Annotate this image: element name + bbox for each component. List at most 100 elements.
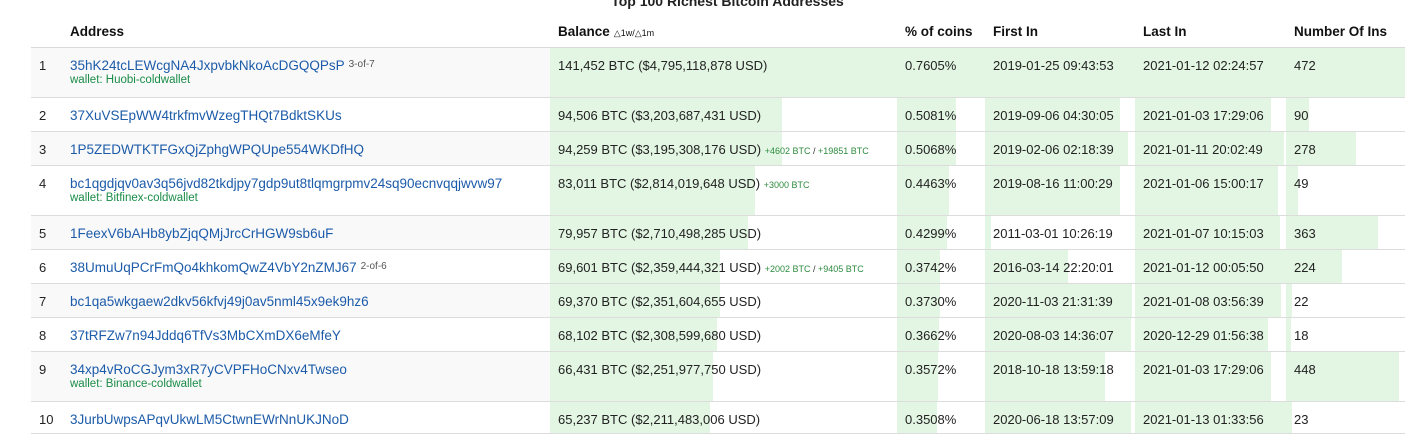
number-of-ins-cell: 278 bbox=[1286, 131, 1405, 166]
last-in-value: 2021-01-03 17:29:06 bbox=[1143, 362, 1264, 377]
rank-number: 8 bbox=[39, 328, 47, 343]
number-of-ins-cell: 472 bbox=[1286, 47, 1405, 98]
address-link[interactable]: bc1qa5wkgaew2dkv56kfvj49j0av5nml45x9ek9h… bbox=[70, 294, 369, 309]
address-link[interactable]: 35hK24tcLEWcgNA4JxpvbkNkoAcDGQQPsP bbox=[70, 58, 345, 73]
table-row: 1 35hK24tcLEWcgNA4JxpvbkNkoAcDGQQPsP 3-of-… bbox=[31, 47, 1405, 98]
last-in-cell: 2021-01-07 10:15:03 bbox=[1135, 215, 1286, 250]
last-in-value: 2021-01-13 01:33:56 bbox=[1143, 412, 1264, 427]
percent-value: 0.3662% bbox=[905, 328, 957, 343]
first-in-value: 2020-06-18 13:57:09 bbox=[993, 412, 1114, 427]
address-link[interactable]: bc1qgdjqv0av3q56jvd82tkdjpy7gdp9ut8tlqmg… bbox=[70, 176, 502, 191]
wallet-label[interactable]: wallet: Binance-coldwallet bbox=[70, 378, 550, 390]
percent-coins-cell: 0.4463% bbox=[897, 165, 985, 216]
rank-number: 1 bbox=[39, 58, 47, 73]
number-of-ins-cell: 18 bbox=[1286, 317, 1405, 352]
rank-cell: 9 bbox=[31, 351, 62, 402]
percent-value: 0.3742% bbox=[905, 260, 957, 275]
first-in-cell: 2019-01-25 09:43:53 bbox=[985, 47, 1135, 98]
last-in-value: 2021-01-11 20:02:49 bbox=[1143, 142, 1263, 157]
number-of-ins-header[interactable]: Number Of Ins bbox=[1286, 15, 1405, 48]
balance-value: 79,957 BTC ($2,710,498,285 USD) bbox=[558, 226, 762, 241]
rank-cell: 7 bbox=[31, 283, 62, 318]
table-row: 8 37tRFZw7n94Jddq6TfVs3MbCXmDX6eMfeY 68,10… bbox=[31, 317, 1405, 352]
balance-value: 94,506 BTC ($3,203,687,431 USD) bbox=[558, 108, 762, 123]
balance-cell: 69,370 BTC ($2,351,604,655 USD) bbox=[550, 283, 897, 318]
first-in-cell: 2019-09-06 04:30:05 bbox=[985, 97, 1135, 132]
last-in-value: 2021-01-12 00:05:50 bbox=[1143, 260, 1264, 275]
rank-number: 9 bbox=[39, 362, 47, 377]
address-header[interactable]: Address bbox=[62, 15, 550, 48]
balance-cell: 79,957 BTC ($2,710,498,285 USD) bbox=[550, 215, 897, 250]
address-cell: 37tRFZw7n94Jddq6TfVs3MbCXmDX6eMfeY bbox=[62, 317, 550, 352]
address-cell: 1P5ZEDWTKTFGxQjZphgWPQUpe554WKDfHQ bbox=[62, 131, 550, 166]
wallet-label[interactable]: wallet: Huobi-coldwallet bbox=[70, 74, 550, 86]
page-title: Top 100 Richest Bitcoin Addresses bbox=[611, 0, 844, 9]
rank-cell: 3 bbox=[31, 131, 62, 166]
ins-value: 18 bbox=[1294, 328, 1309, 343]
address-cell: 3JurbUwpsAPqvUkwLM5CtwnEWrNnUKJNoD bbox=[62, 401, 550, 434]
ins-value: 23 bbox=[1294, 412, 1309, 427]
ins-value: 472 bbox=[1294, 58, 1316, 73]
last-in-cell: 2021-01-03 17:29:06 bbox=[1135, 351, 1286, 402]
delta-period-label: △1w/△1m bbox=[613, 27, 655, 38]
number-of-ins-cell: 23 bbox=[1286, 401, 1405, 434]
first-in-cell-fill-bar bbox=[985, 216, 991, 249]
balance-cell: 141,452 BTC ($4,795,118,878 USD) bbox=[550, 47, 897, 98]
delta-1w: +2002 BTC bbox=[764, 264, 811, 274]
address-link[interactable]: 1P5ZEDWTKTFGxQjZphgWPQUpe554WKDfHQ bbox=[70, 142, 364, 157]
address-cell: bc1qa5wkgaew2dkv56kfvj49j0av5nml45x9ek9h… bbox=[62, 283, 550, 318]
richest-addresses-table: Address Balance △1w/△1m % of coins First … bbox=[31, 15, 1405, 434]
balance-cell: 83,011 BTC ($2,814,019,648 USD) +3000 BT… bbox=[550, 165, 897, 216]
delta-1w: +3000 BTC bbox=[763, 180, 810, 190]
last-in-value: 2021-01-07 10:15:03 bbox=[1143, 226, 1264, 241]
address-link[interactable]: 34xp4vRoCGJym3xR7yCVPFHoCNxv4Twseo bbox=[70, 362, 347, 377]
first-in-header[interactable]: First In bbox=[985, 15, 1135, 48]
percent-coins-cell: 0.7605% bbox=[897, 47, 985, 98]
number-of-ins-cell-fill-bar bbox=[1286, 318, 1291, 351]
first-in-value: 2011-03-01 10:26:19 bbox=[993, 226, 1113, 241]
balance-value: 66,431 BTC ($2,251,977,750 USD) bbox=[558, 362, 762, 377]
balance-value: 141,452 BTC ($4,795,118,878 USD) bbox=[558, 58, 768, 73]
table-row: 4 bc1qgdjqv0av3q56jvd82tkdjpy7gdp9ut8tlqm… bbox=[31, 165, 1405, 216]
address-link[interactable]: 37XuVSEpWW4trkfmvWzegTHQt7BdktSKUs bbox=[70, 108, 342, 123]
first-in-cell: 2016-03-14 22:20:01 bbox=[985, 249, 1135, 284]
last-in-value: 2021-01-12 02:24:57 bbox=[1143, 58, 1264, 73]
ins-value: 49 bbox=[1294, 176, 1309, 191]
first-in-value: 2019-01-25 09:43:53 bbox=[993, 58, 1114, 73]
address-link[interactable]: 38UmuUqPCrFmQo4khkomQwZ4VbY2nZMJ67 bbox=[70, 260, 357, 275]
address-link[interactable]: 3JurbUwpsAPqvUkwLM5CtwnEWrNnUKJNoD bbox=[70, 412, 349, 427]
address-cell: 35hK24tcLEWcgNA4JxpvbkNkoAcDGQQPsP 3-of-7… bbox=[62, 47, 550, 98]
percent-value: 0.3730% bbox=[905, 294, 957, 309]
balance-cell: 66,431 BTC ($2,251,977,750 USD) bbox=[550, 351, 897, 402]
balance-cell: 94,259 BTC ($3,195,308,176 USD) +4602 BT… bbox=[550, 131, 897, 166]
first-in-value: 2020-08-03 14:36:07 bbox=[993, 328, 1114, 343]
rank-number: 6 bbox=[39, 260, 47, 275]
rank-cell: 4 bbox=[31, 165, 62, 216]
wallet-label[interactable]: wallet: Bitfinex-coldwallet bbox=[70, 192, 550, 204]
first-in-cell: 2020-11-03 21:31:39 bbox=[985, 283, 1135, 318]
first-in-cell: 2019-02-06 02:18:39 bbox=[985, 131, 1135, 166]
table-header-row: Address Balance △1w/△1m % of coins First … bbox=[31, 15, 1405, 48]
rank-number: 4 bbox=[39, 176, 47, 191]
address-cell: 37XuVSEpWW4trkfmvWzegTHQt7BdktSKUs bbox=[62, 97, 550, 132]
last-in-header[interactable]: Last In bbox=[1135, 15, 1286, 48]
table-row: 6 38UmuUqPCrFmQo4khkomQwZ4VbY2nZMJ67 2-of-… bbox=[31, 249, 1405, 284]
rank-number: 3 bbox=[39, 142, 47, 157]
last-in-cell: 2021-01-13 01:33:56 bbox=[1135, 401, 1286, 434]
table-row: 9 34xp4vRoCGJym3xR7yCVPFHoCNxv4Twseo walle… bbox=[31, 351, 1405, 402]
balance-value: 68,102 BTC ($2,308,599,680 USD) bbox=[558, 328, 762, 343]
ins-value: 363 bbox=[1294, 226, 1316, 241]
address-link[interactable]: 37tRFZw7n94Jddq6TfVs3MbCXmDX6eMfeY bbox=[70, 328, 341, 343]
rank-cell: 6 bbox=[31, 249, 62, 284]
multisig-label: 3-of-7 bbox=[348, 59, 375, 70]
rank-number: 10 bbox=[39, 412, 54, 427]
first-in-cell: 2019-08-16 11:00:29 bbox=[985, 165, 1135, 216]
number-of-ins-cell: 224 bbox=[1286, 249, 1405, 284]
first-in-cell: 2020-06-18 13:57:09 bbox=[985, 401, 1135, 434]
rank-number: 5 bbox=[39, 226, 47, 241]
address-link[interactable]: 1FeexV6bAHb8ybZjqQMjJrcCrHGW9sb6uF bbox=[70, 226, 333, 241]
balance-header[interactable]: Balance △1w/△1m bbox=[550, 15, 897, 48]
percent-coins-header[interactable]: % of coins bbox=[897, 15, 985, 48]
ins-value: 22 bbox=[1294, 294, 1309, 309]
number-of-ins-cell: 363 bbox=[1286, 215, 1405, 250]
